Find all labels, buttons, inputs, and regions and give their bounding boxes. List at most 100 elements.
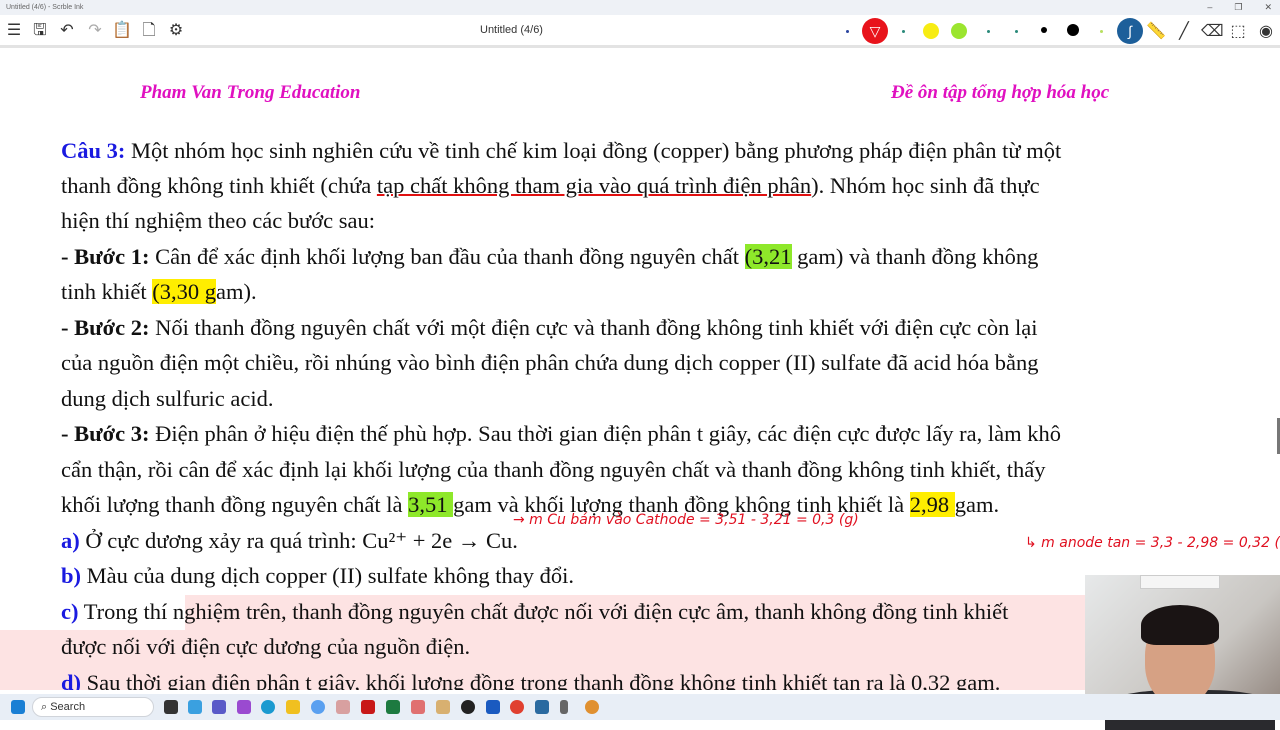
text-segment: của nguồn điện một chiều, rồi nhúng vào …	[61, 350, 1039, 375]
view-eye-icon[interactable]: ◉	[1256, 22, 1276, 42]
pen-size-dot[interactable]	[1100, 30, 1103, 33]
highlighted-text: (3,30 g	[152, 279, 216, 304]
phone-link-icon[interactable]	[560, 700, 568, 714]
maximize-button[interactable]: ❐	[1234, 2, 1242, 13]
text-segment: Sau thời gian điện phân t giây, khối lượ…	[81, 670, 1001, 690]
label-text: - Bước 1:	[61, 244, 150, 269]
label-text: Câu 3:	[61, 138, 126, 163]
pen-size-dot[interactable]	[1015, 30, 1018, 33]
new-page-icon[interactable]: 🗋	[139, 21, 159, 41]
word-icon[interactable]	[486, 700, 500, 714]
text-segment: khối lượng thanh đồng nguyên chất là	[61, 492, 409, 517]
save-icon[interactable]: 🖫	[30, 21, 50, 41]
app-icon[interactable]	[336, 700, 350, 714]
document-line: c) Trong thí nghiệm trên, thanh đồng ngu…	[61, 597, 1008, 627]
ruler-icon[interactable]: 📏	[1146, 22, 1166, 42]
document-title: Untitled (4/6)	[480, 24, 543, 36]
minimize-button[interactable]: –	[1207, 2, 1212, 13]
selection-icon[interactable]: ⬚	[1228, 22, 1248, 42]
undo-icon[interactable]: ↶	[57, 21, 77, 41]
label-text: c)	[61, 599, 79, 624]
label-text: d)	[61, 670, 82, 690]
highlighted-text: 2,98	[909, 492, 955, 517]
text-segment: ). Nhóm học sinh đã thực	[811, 173, 1040, 198]
title-bar: Untitled (4/6) - Scrble Ink – ❐ ✕	[0, 0, 1280, 15]
pen-size-dot[interactable]	[846, 30, 849, 33]
text-segment: được nối với điện cực dương của nguồn đi…	[61, 634, 471, 659]
taskbar-search[interactable]: ⌕ Search	[32, 697, 154, 717]
document-line: cẩn thận, rồi cân để xác định lại khối l…	[61, 455, 1045, 485]
app-icon[interactable]	[411, 700, 425, 714]
settings-sliders-icon[interactable]: ⚙	[166, 21, 186, 41]
copilot-icon[interactable]	[188, 700, 202, 714]
file-explorer-icon[interactable]	[286, 700, 300, 714]
label-text: - Bước 2:	[61, 315, 150, 340]
air-conditioner	[1140, 575, 1220, 589]
text-segment: Cân để xác định khối lượng ban đầu của t…	[149, 244, 745, 269]
scrble-ink-icon[interactable]	[535, 700, 549, 714]
text-segment: gam) và thanh đồng không	[791, 244, 1039, 269]
teams-icon[interactable]	[212, 700, 226, 714]
task-view-icon[interactable]	[164, 700, 178, 714]
app-icon[interactable]	[237, 700, 251, 714]
chrome-icon[interactable]	[510, 700, 524, 714]
highlighted-text: (3,21	[744, 244, 792, 269]
paste-icon[interactable]: 📋	[112, 21, 132, 41]
document-line: - Bước 3: Điện phân ở hiệu điện thế phù …	[61, 419, 1061, 449]
pen-size-small[interactable]	[1041, 27, 1047, 33]
zalo-icon[interactable]	[311, 700, 325, 714]
document-line: của nguồn điện một chiều, rồi nhúng vào …	[61, 348, 1039, 378]
excel-icon[interactable]	[386, 700, 400, 714]
document-line: dung dịch sulfuric acid.	[61, 384, 273, 414]
line-tool-icon[interactable]: ╱	[1174, 22, 1194, 42]
document-line: tinh khiết (3,30 gam).	[61, 277, 257, 307]
text-segment: dung dịch sulfuric acid.	[61, 386, 274, 411]
text-segment: am).	[216, 279, 257, 304]
document-line: - Bước 2: Nối thanh đồng nguyên chất với…	[61, 313, 1037, 343]
windows-start-icon[interactable]	[11, 700, 25, 714]
close-button[interactable]: ✕	[1264, 2, 1272, 13]
toolbar: ☰ 🖫 ↶ ↷ 📋 🗋 ⚙ Untitled (4/6) ▽ ∫ 📏 ╱ ⌫ ⬚…	[0, 15, 1280, 48]
freehand-pen-icon[interactable]: ∫	[1117, 18, 1143, 44]
ink-annotation-anode: ↳ m anode tan = 3,3 - 2,98 = 0,32 (g)	[1025, 535, 1280, 551]
document-line: được nối với điện cực dương của nguồn đi…	[61, 632, 470, 662]
label-text: a)	[61, 528, 80, 553]
text-segment: Ở cực dương xảy ra quá trình: Cu²⁺ + 2e …	[79, 528, 518, 553]
pen-size-large[interactable]	[1067, 24, 1079, 36]
document-line: d) Sau thời gian điện phân t giây, khối …	[61, 668, 1000, 690]
text-segment: tinh khiết	[61, 279, 153, 304]
window-title: Untitled (4/6) - Scrble Ink	[6, 4, 84, 11]
highlighter-pen-icon[interactable]: ▽	[862, 18, 888, 44]
text-segment: Một nhóm học sinh nghiên cứu về tinh chế…	[125, 138, 1062, 163]
pen-size-dot[interactable]	[902, 30, 905, 33]
taskbar: ⌕ Search	[0, 694, 1280, 720]
color-yellow[interactable]	[923, 23, 939, 39]
presenter-hair	[1141, 605, 1219, 645]
ink-annotation-cathode: → m Cu bám vào Cathode = 3,51 - 3,21 = 0…	[513, 512, 859, 528]
text-segment: tạp chất không tham gia vào quá trình đi…	[376, 173, 812, 198]
obs-icon[interactable]	[461, 700, 475, 714]
header-left: Pham Van Trong Education	[140, 82, 361, 103]
edge-icon[interactable]	[261, 700, 275, 714]
text-segment: Điện phân ở hiệu điện thế phù hợp. Sau t…	[149, 421, 1061, 446]
highlighted-text: 3,51	[408, 492, 454, 517]
chrome-profile-icon[interactable]	[585, 700, 599, 714]
pen-size-dot[interactable]	[987, 30, 990, 33]
menu-icon[interactable]: ☰	[4, 21, 24, 41]
text-segment: cẩn thận, rồi cân để xác định lại khối l…	[61, 457, 1046, 482]
eraser-icon[interactable]: ⌫	[1201, 22, 1224, 42]
label-text: b)	[61, 563, 82, 588]
redo-icon[interactable]: ↷	[85, 21, 105, 41]
search-placeholder: Search	[50, 701, 86, 713]
document-line: a) Ở cực dương xảy ra quá trình: Cu²⁺ + …	[61, 526, 518, 556]
label-text: - Bước 3:	[61, 421, 150, 446]
app-icon[interactable]	[436, 700, 450, 714]
document-line: hiện thí nghiệm theo các bước sau:	[61, 206, 375, 236]
pdf-reader-icon[interactable]	[361, 700, 375, 714]
text-segment: Màu của dung dịch copper (II) sulfate kh…	[81, 563, 574, 588]
header-right: Đề ôn tập tổng hợp hóa học	[891, 82, 1110, 103]
document-line: b) Màu của dung dịch copper (II) sulfate…	[61, 561, 574, 591]
text-segment: gam.	[954, 492, 1000, 517]
color-green[interactable]	[951, 23, 967, 39]
document-line: Câu 3: Một nhóm học sinh nghiên cứu về t…	[61, 136, 1061, 166]
